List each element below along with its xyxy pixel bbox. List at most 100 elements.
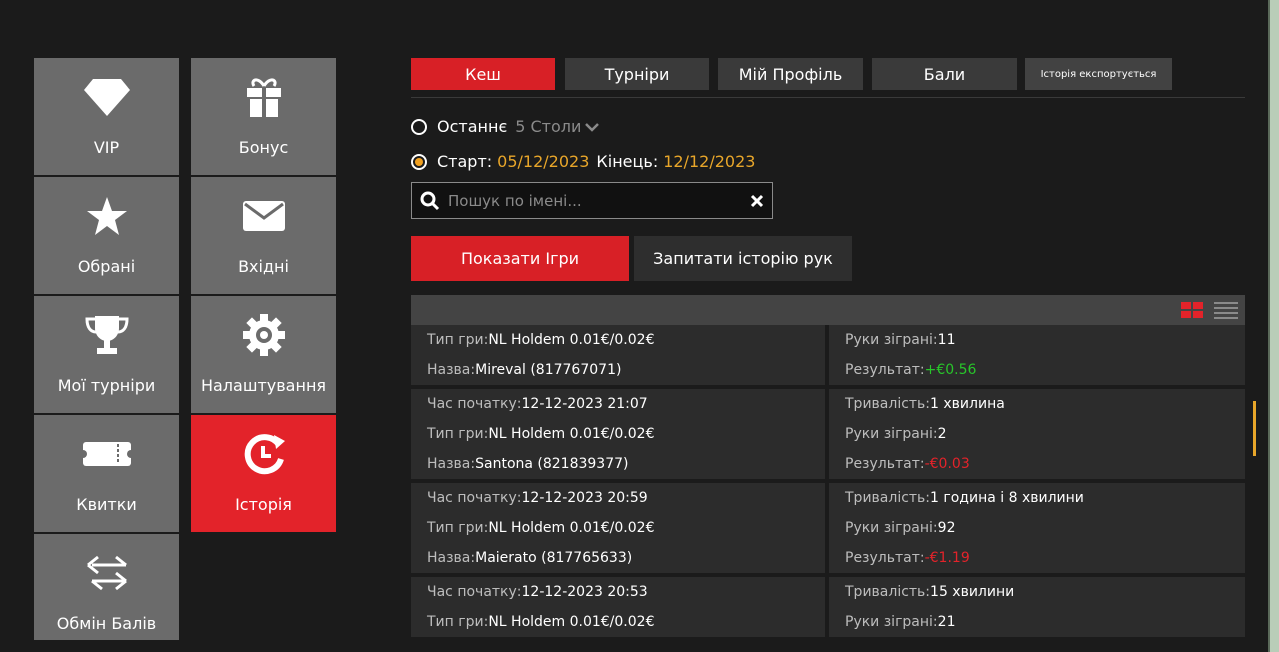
result-value: -€1.19 — [924, 550, 970, 566]
start-time-value: 12-12-2023 20:59 — [521, 490, 648, 506]
tab-points[interactable]: Бали — [872, 58, 1017, 90]
table-row: Назва: Santona (821839377) Результат: -€… — [411, 449, 1245, 479]
hands-value: 92 — [937, 520, 956, 536]
hands-label: Руки зіграні: — [845, 426, 938, 442]
radio-date-range[interactable] — [411, 153, 427, 170]
tile-my-tournaments[interactable]: Мої турніри — [34, 296, 179, 413]
start-time-label: Час початку: — [427, 396, 522, 412]
list-scrollbar-thumb[interactable] — [1253, 401, 1256, 456]
duration-value: 1 година і 8 хвилини — [930, 490, 1084, 506]
table-row: Назва: Maierato (817765633) Результат: -… — [411, 543, 1245, 573]
envelope-icon — [191, 193, 336, 239]
exchange-icon — [34, 550, 179, 596]
start-date[interactable]: 05/12/2023 — [497, 152, 589, 171]
radio-last[interactable] — [411, 118, 427, 135]
tile-label: Історія — [235, 495, 292, 514]
game-type-value: NL Holdem 0.01€/0.02€ — [488, 614, 655, 630]
name-value: Mireval (817767071) — [475, 362, 622, 378]
table-row: Час початку: 12-12-2023 21:07 Тривалість… — [411, 389, 1245, 419]
window-edge — [1268, 0, 1279, 652]
tile-label: Мої турніри — [57, 376, 156, 395]
name-label: Назва: — [427, 550, 476, 566]
result-label: Результат: — [845, 456, 925, 472]
start-time-label: Час початку: — [427, 584, 522, 600]
tile-label: VIP — [93, 138, 120, 157]
search-input[interactable] — [446, 190, 740, 211]
filter-date-row[interactable]: Старт: 05/12/2023 Кінець: 12/12/2023 — [411, 152, 755, 171]
tab-tournaments[interactable]: Турніри — [565, 58, 709, 90]
tile-label: Бонус — [238, 138, 289, 157]
result-label: Результат: — [845, 550, 925, 566]
list-item[interactable]: Час початку: 12-12-2023 20:59 Тривалість… — [411, 483, 1245, 573]
tab-history-export[interactable]: Історія експортується — [1025, 58, 1172, 90]
duration-label: Тривалість: — [845, 584, 931, 600]
result-label: Результат: — [845, 362, 925, 378]
game-type-label: Тип гри: — [427, 520, 489, 536]
result-value: +€0.56 — [924, 362, 977, 378]
tile-favorites[interactable]: Обрані — [34, 177, 179, 294]
hands-value: 2 — [937, 426, 947, 442]
tile-inbox[interactable]: Вхідні — [191, 177, 336, 294]
diamond-icon — [34, 74, 179, 120]
gift-icon — [191, 74, 336, 120]
list-item[interactable]: Тип гри: NL Holdem 0.01€/0.02€ Руки зігр… — [411, 325, 1245, 385]
request-hand-history-button[interactable]: Запитати історію рук — [634, 236, 852, 281]
star-icon — [34, 193, 179, 239]
list-item[interactable]: Час початку: 12-12-2023 20:53 Тривалість… — [411, 577, 1245, 637]
tab-cash[interactable]: Кеш — [411, 58, 555, 90]
filter-last-row[interactable]: Останнє 5 Столи — [411, 117, 600, 136]
game-type-value: NL Holdem 0.01€/0.02€ — [488, 520, 655, 536]
hands-label: Руки зіграні: — [845, 332, 938, 348]
table-row: Тип гри: NL Holdem 0.01€/0.02€ Руки зігр… — [411, 419, 1245, 449]
game-type-label: Тип гри: — [427, 332, 489, 348]
tile-settings[interactable]: Налаштування — [191, 296, 336, 413]
game-type-label: Тип гри: — [427, 426, 489, 442]
last-label: Останнє — [437, 117, 508, 136]
name-value: Santona (821839377) — [475, 456, 629, 472]
end-date[interactable]: 12/12/2023 — [663, 152, 755, 171]
tile-tickets[interactable]: Квитки — [34, 415, 179, 532]
history-icon — [191, 431, 336, 477]
tabs-divider — [411, 97, 1245, 98]
tile-vip[interactable]: VIP — [34, 58, 179, 175]
table-row: Тип гри: NL Holdem 0.01€/0.02€ Руки зігр… — [411, 325, 1245, 355]
start-label: Старт: — [437, 152, 493, 171]
grid-view-icon[interactable] — [1181, 302, 1203, 323]
table-row: Назва: Mireval (817767071) Результат: +€… — [411, 355, 1245, 385]
trophy-icon — [34, 312, 179, 358]
tile-label: Вхідні — [238, 257, 289, 276]
ticket-icon — [34, 431, 179, 477]
last-count[interactable]: 5 Столи — [515, 117, 581, 136]
table-row: Час початку: 12-12-2023 20:59 Тривалість… — [411, 483, 1245, 513]
list-item[interactable]: Час початку: 12-12-2023 21:07 Тривалість… — [411, 389, 1245, 479]
show-games-button[interactable]: Показати Ігри — [411, 236, 629, 281]
clear-search-icon[interactable] — [750, 194, 764, 208]
tile-bonus[interactable]: Бонус — [191, 58, 336, 175]
tile-label: Налаштування — [200, 376, 327, 395]
hands-value: 21 — [937, 614, 956, 630]
result-value: -€0.03 — [924, 456, 970, 472]
hands-label: Руки зіграні: — [845, 520, 938, 536]
game-type-label: Тип гри: — [427, 614, 489, 630]
search-icon — [420, 191, 440, 211]
tab-my-profile[interactable]: Мій Профіль — [718, 58, 863, 90]
game-type-value: NL Holdem 0.01€/0.02€ — [488, 426, 655, 442]
tile-label: Квитки — [76, 495, 137, 514]
start-time-label: Час початку: — [427, 490, 522, 506]
tile-points-exchange[interactable]: Обмін Балів — [34, 534, 179, 640]
start-time-value: 12-12-2023 20:53 — [521, 584, 648, 600]
list-view-icon[interactable] — [1214, 302, 1238, 323]
chevron-down-icon[interactable] — [585, 117, 600, 136]
table-row: Час початку: 12-12-2023 20:53 Тривалість… — [411, 577, 1245, 607]
history-list[interactable]: Тип гри: NL Holdem 0.01€/0.02€ Руки зігр… — [411, 325, 1245, 640]
name-label: Назва: — [427, 456, 476, 472]
hands-value: 11 — [937, 332, 956, 348]
gear-icon — [191, 312, 336, 358]
game-type-value: NL Holdem 0.01€/0.02€ — [488, 332, 655, 348]
tile-label: Обмін Балів — [56, 614, 157, 633]
table-row: Тип гри: NL Holdem 0.01€/0.02€ Руки зігр… — [411, 607, 1245, 637]
tile-history[interactable]: Історія — [191, 415, 336, 532]
duration-label: Тривалість: — [845, 396, 931, 412]
tile-label: Обрані — [77, 257, 136, 276]
start-time-value: 12-12-2023 21:07 — [521, 396, 648, 412]
